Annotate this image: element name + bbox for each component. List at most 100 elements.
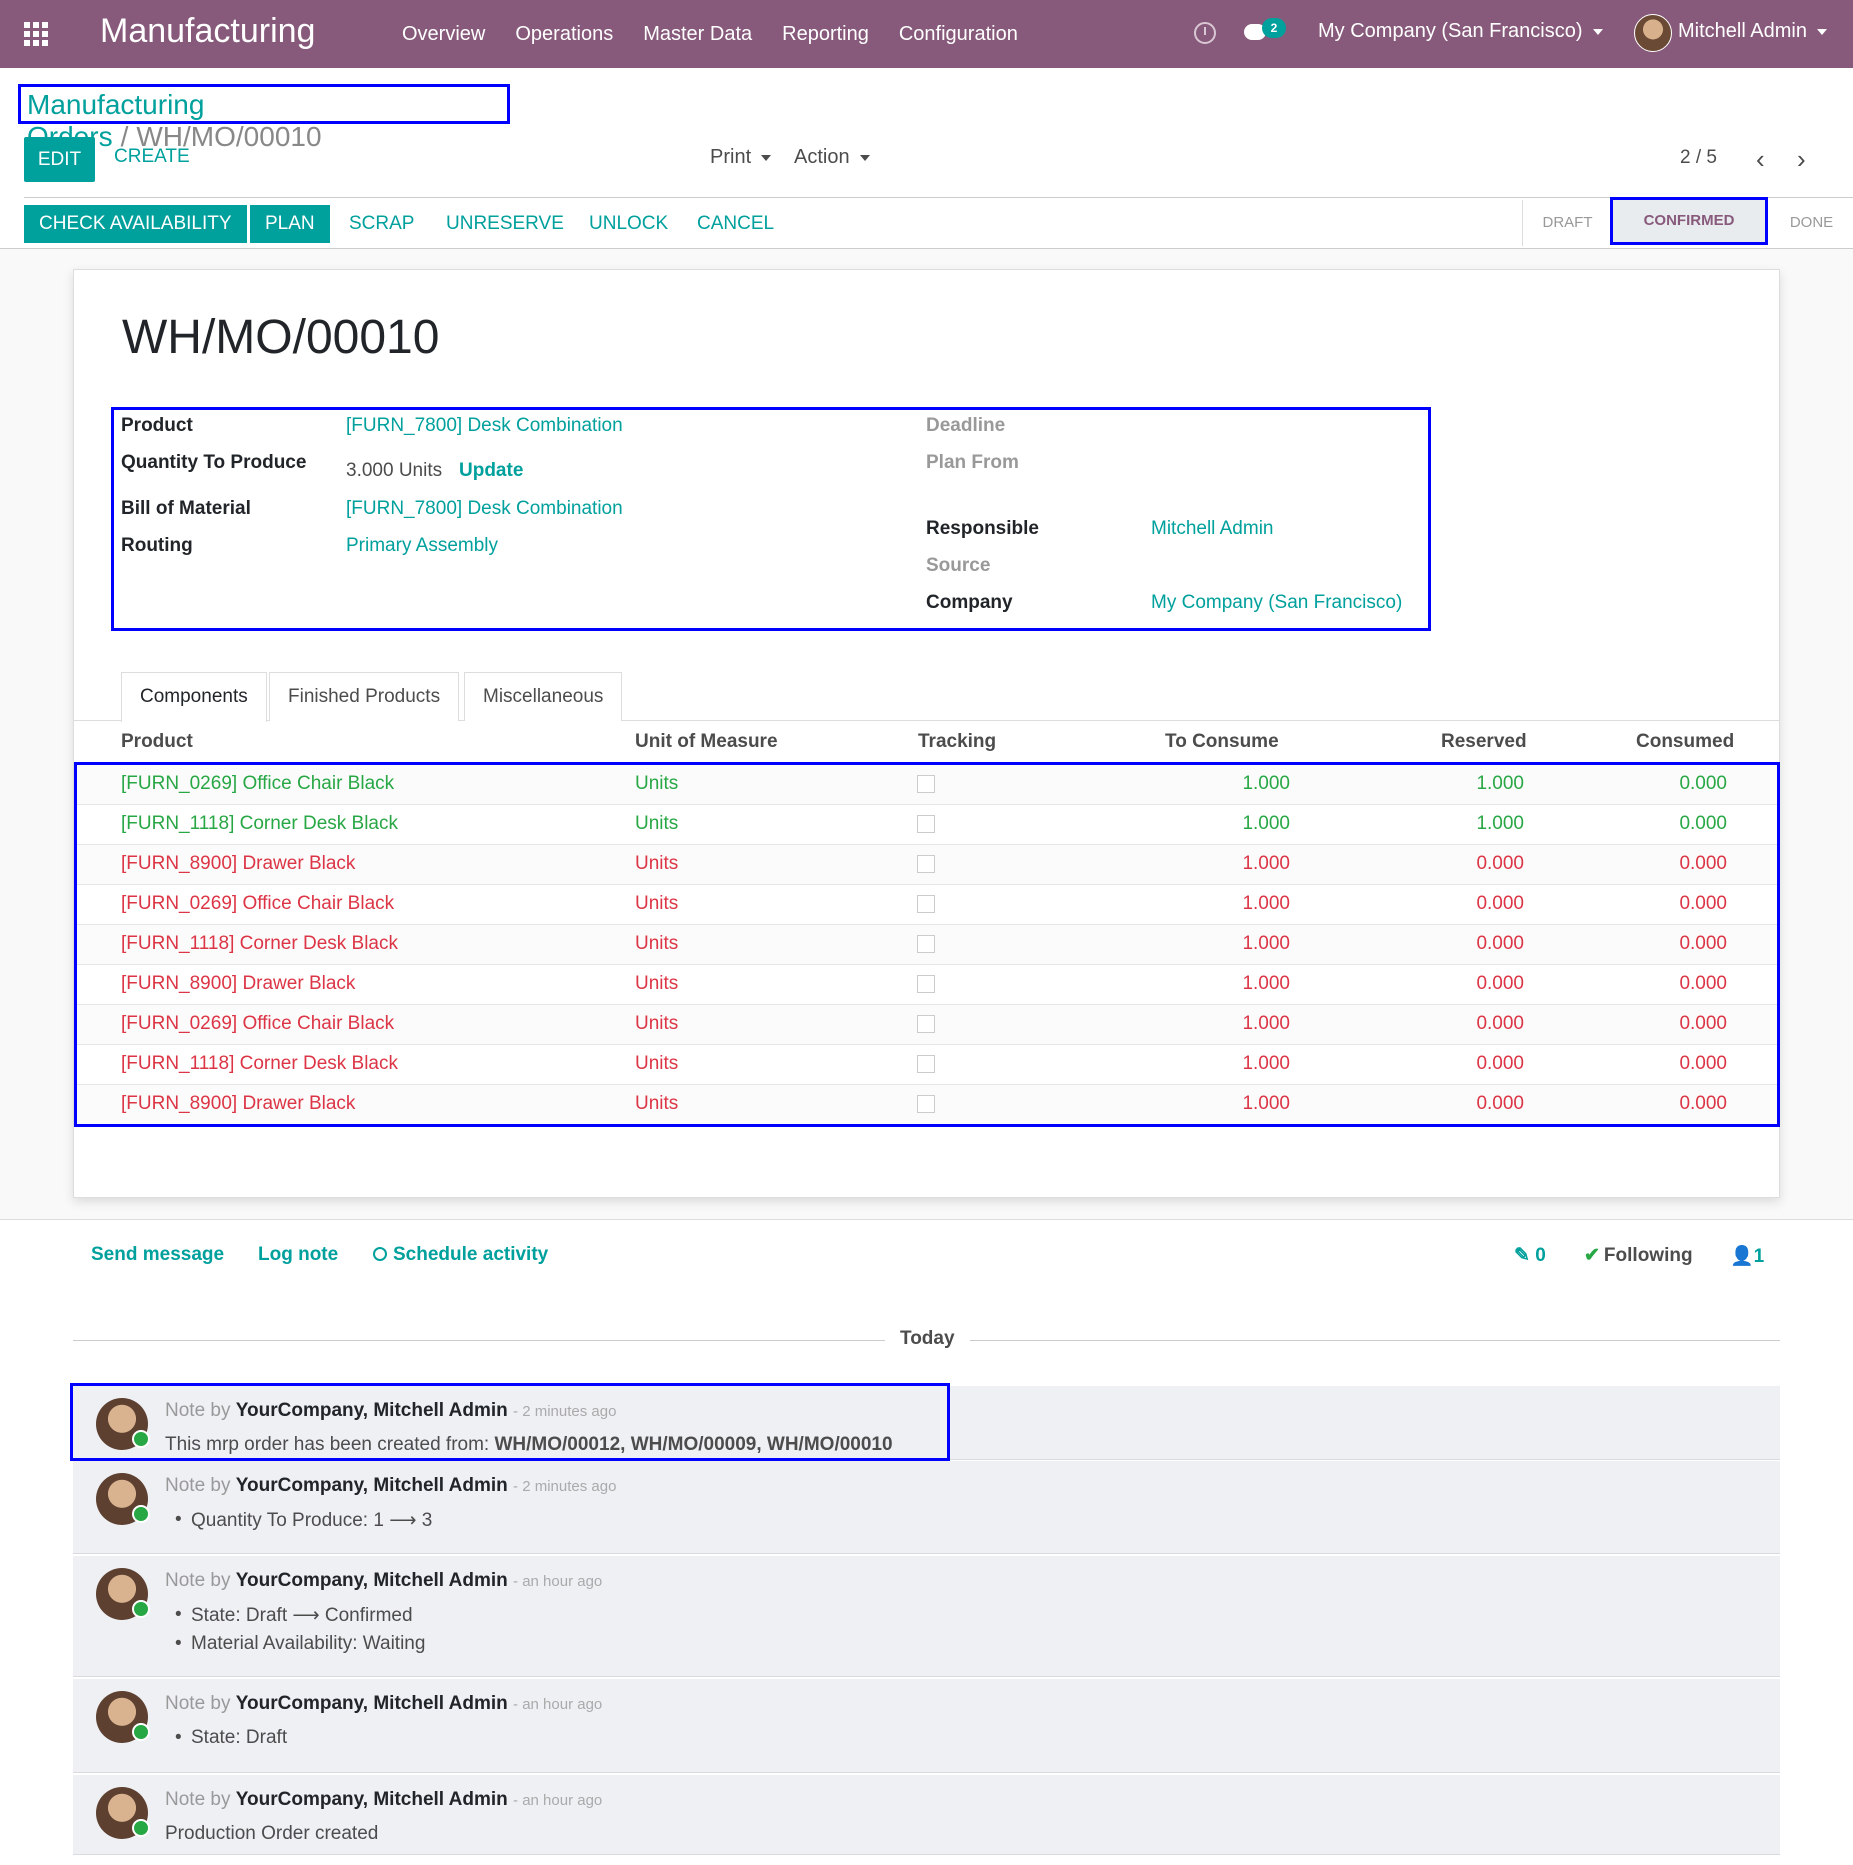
company-label: Company bbox=[926, 592, 1013, 613]
deadline-label: Deadline bbox=[926, 415, 1006, 436]
responsible-field[interactable]: Mitchell Admin bbox=[1151, 518, 1274, 540]
avatar[interactable] bbox=[96, 1691, 150, 1743]
stage-confirmed[interactable]: CONFIRMED bbox=[1610, 197, 1768, 245]
message-prefix: Note by bbox=[165, 1789, 231, 1810]
chevron-down-icon bbox=[1816, 28, 1827, 35]
avatar[interactable] bbox=[1634, 14, 1672, 52]
check-availability-button[interactable]: CHECK AVAILABILITY bbox=[24, 205, 247, 243]
avatar[interactable] bbox=[96, 1787, 150, 1839]
message-highlight-box bbox=[70, 1383, 950, 1461]
avatar[interactable] bbox=[96, 1473, 150, 1525]
responsible-label: Responsible bbox=[926, 518, 1039, 539]
log-note-button[interactable]: Log note bbox=[258, 1244, 338, 1266]
action-dropdown[interactable]: Action bbox=[794, 146, 870, 169]
chevron-left-icon[interactable]: ‹ bbox=[1756, 144, 1765, 175]
menu-operations[interactable]: Operations bbox=[515, 23, 613, 46]
column-header-consumed[interactable]: Consumed bbox=[1636, 731, 1734, 753]
statusbar-divider-top bbox=[24, 197, 1853, 198]
routing-field[interactable]: Primary Assembly bbox=[346, 535, 498, 557]
tracking-value: State: Draft bbox=[175, 1727, 287, 1749]
followers-button[interactable]: 👤1 bbox=[1730, 1244, 1764, 1268]
source-label: Source bbox=[926, 555, 991, 576]
stage-done[interactable]: DONE bbox=[1770, 200, 1853, 246]
message-author[interactable]: YourCompany, Mitchell Admin bbox=[236, 1475, 508, 1496]
chevron-right-icon[interactable]: › bbox=[1797, 144, 1806, 175]
column-header-product[interactable]: Product bbox=[121, 731, 193, 753]
product-field[interactable]: [FURN_7800] Desk Combination bbox=[346, 415, 623, 437]
column-header-reserved[interactable]: Reserved bbox=[1441, 731, 1527, 753]
following-label: Following bbox=[1603, 1245, 1693, 1266]
chevron-down-icon bbox=[859, 154, 870, 161]
company-switcher-label: My Company (San Francisco) bbox=[1318, 20, 1583, 42]
cancel-button[interactable]: CANCEL bbox=[697, 205, 774, 243]
company-field[interactable]: My Company (San Francisco) bbox=[1151, 592, 1402, 614]
user-menu-label: Mitchell Admin bbox=[1678, 20, 1807, 42]
quantity-field[interactable]: 3.000 Units bbox=[346, 460, 442, 482]
message-item: Note by YourCompany, Mitchell Admin - an… bbox=[73, 1775, 1780, 1855]
send-message-button[interactable]: Send message bbox=[91, 1244, 224, 1266]
action-label: Action bbox=[794, 146, 850, 168]
message-author[interactable]: YourCompany, Mitchell Admin bbox=[236, 1789, 508, 1810]
message-header: Note by YourCompany, Mitchell Admin - an… bbox=[165, 1570, 602, 1592]
main-menu: Overview Operations Master Data Reportin… bbox=[402, 0, 1048, 68]
tab-miscellaneous[interactable]: Miscellaneous bbox=[464, 672, 623, 721]
company-switcher[interactable]: My Company (San Francisco) bbox=[1318, 20, 1603, 43]
message-body: Production Order created bbox=[165, 1823, 379, 1844]
tab-finished-products[interactable]: Finished Products bbox=[269, 672, 460, 721]
column-header-uom[interactable]: Unit of Measure bbox=[635, 731, 778, 753]
message-prefix: Note by bbox=[165, 1570, 231, 1591]
date-divider-right bbox=[970, 1340, 1780, 1341]
routing-label: Routing bbox=[121, 535, 193, 556]
message-item: Note by YourCompany, Mitchell Admin - an… bbox=[73, 1556, 1780, 1677]
attachments-button[interactable]: ✎ 0 bbox=[1514, 1244, 1546, 1267]
check-icon: ✔ bbox=[1584, 1245, 1600, 1266]
schedule-activity-button[interactable]: Schedule activity bbox=[373, 1244, 548, 1266]
paperclip-icon: ✎ bbox=[1514, 1245, 1530, 1266]
bom-label: Bill of Material bbox=[121, 498, 251, 519]
message-item: Note by YourCompany, Mitchell Admin - 2 … bbox=[73, 1461, 1780, 1554]
table-highlight-box bbox=[74, 762, 1780, 1127]
clock-icon bbox=[373, 1247, 387, 1261]
date-separator: Today bbox=[900, 1328, 955, 1349]
record-title: WH/MO/00010 bbox=[122, 311, 440, 364]
print-label: Print bbox=[710, 146, 752, 168]
pager-value[interactable]: 2 / 5 bbox=[1680, 147, 1717, 169]
unreserve-button[interactable]: UNRESERVE bbox=[446, 205, 564, 243]
stage-draft[interactable]: DRAFT bbox=[1522, 200, 1612, 246]
chevron-down-icon bbox=[1592, 28, 1603, 35]
plan-button[interactable]: PLAN bbox=[250, 205, 330, 243]
schedule-activity-label: Schedule activity bbox=[393, 1244, 549, 1265]
message-time: - an hour ago bbox=[513, 1573, 603, 1590]
message-author[interactable]: YourCompany, Mitchell Admin bbox=[236, 1693, 508, 1714]
apps-menu-icon[interactable] bbox=[24, 22, 52, 46]
create-button[interactable]: CREATE bbox=[114, 146, 190, 168]
scrap-button[interactable]: SCRAP bbox=[349, 205, 414, 243]
activity-clock-icon[interactable] bbox=[1194, 22, 1216, 44]
tracking-value: Quantity To Produce: 1 ⟶ 3 bbox=[175, 1509, 432, 1532]
chevron-down-icon bbox=[761, 154, 772, 161]
user-icon: 👤 bbox=[1730, 1246, 1754, 1267]
product-label: Product bbox=[121, 415, 193, 436]
message-author[interactable]: YourCompany, Mitchell Admin bbox=[236, 1570, 508, 1591]
menu-reporting[interactable]: Reporting bbox=[782, 23, 869, 46]
menu-configuration[interactable]: Configuration bbox=[899, 23, 1018, 46]
avatar[interactable] bbox=[96, 1568, 150, 1620]
menu-overview[interactable]: Overview bbox=[402, 23, 485, 46]
message-item: Note by YourCompany, Mitchell Admin - an… bbox=[73, 1679, 1780, 1773]
tab-components[interactable]: Components bbox=[121, 672, 267, 722]
message-header: Note by YourCompany, Mitchell Admin - an… bbox=[165, 1789, 602, 1811]
bom-field[interactable]: [FURN_7800] Desk Combination bbox=[346, 498, 623, 520]
update-quantity-button[interactable]: Update bbox=[459, 460, 523, 482]
edit-button[interactable]: EDIT bbox=[24, 137, 95, 182]
tracking-value: Material Availability: Waiting bbox=[175, 1633, 425, 1655]
column-header-tracking[interactable]: Tracking bbox=[918, 731, 996, 753]
unlock-button[interactable]: UNLOCK bbox=[589, 205, 668, 243]
quantity-label: Quantity To Produce bbox=[121, 452, 307, 473]
app-name[interactable]: Manufacturing bbox=[100, 12, 315, 51]
menu-master-data[interactable]: Master Data bbox=[643, 23, 752, 46]
user-menu[interactable]: Mitchell Admin bbox=[1678, 20, 1827, 43]
followers-count: 1 bbox=[1753, 1246, 1765, 1267]
following-button[interactable]: ✔ Following bbox=[1584, 1244, 1693, 1267]
column-header-to-consume[interactable]: To Consume bbox=[1165, 731, 1279, 753]
print-dropdown[interactable]: Print bbox=[710, 146, 772, 169]
